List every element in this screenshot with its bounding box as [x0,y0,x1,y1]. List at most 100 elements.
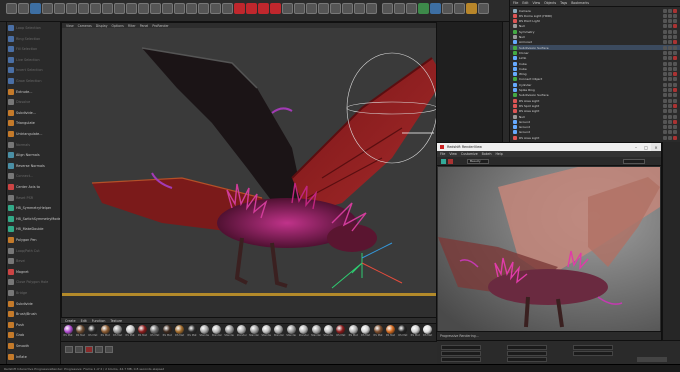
maximize-icon[interactable]: □ [641,143,651,151]
tool-item[interactable]: HB_SymmetryHelper [8,204,60,212]
object-tags[interactable] [663,135,677,140]
viewport-menu-item[interactable]: View [66,24,74,28]
material-menu-item[interactable]: Texture [110,319,122,323]
material-swatch[interactable]: Standar [212,325,222,341]
zoom-select[interactable] [623,159,645,164]
material-menu-item[interactable]: Function [92,319,106,323]
tool-item[interactable]: Close Polygon Hole [8,278,60,286]
object-tags[interactable] [663,8,677,13]
light-icon[interactable] [294,3,305,14]
material-swatch[interactable]: RS Mat [187,325,197,341]
tool-item[interactable]: Loop/Path Cut [8,247,60,255]
object-tags[interactable] [663,24,677,29]
point-mode-icon[interactable] [382,3,393,14]
material-swatch[interactable]: Standar [323,325,333,341]
material-swatch[interactable]: RS Mat [423,325,433,341]
tool-item[interactable]: Brush/Brush [8,310,60,318]
material-swatch[interactable]: RS Mat [137,325,147,341]
viewport-menu-item[interactable]: Filter [128,24,136,28]
object-tags[interactable] [663,77,677,82]
object-tags[interactable] [663,114,677,119]
material-swatch[interactable]: Standar [199,325,209,341]
tool-item[interactable]: Magnet [8,268,60,276]
layer-icon[interactable] [454,3,465,14]
tool-item[interactable]: Untriangulate... [8,130,60,138]
bulb-icon[interactable] [306,3,317,14]
tool-item[interactable]: Live Selection [8,56,60,64]
minimize-icon[interactable]: – [631,143,641,151]
object-tags[interactable] [663,130,677,135]
material-swatch[interactable]: Standar [311,325,321,341]
object-manager-menu-item[interactable]: Tags [560,1,567,5]
live-select-icon[interactable] [30,3,41,14]
subdivision-icon[interactable] [186,3,197,14]
material-swatch[interactable]: RS Mat [385,325,395,341]
render-play-icon[interactable] [441,159,446,164]
layout-icon[interactable] [442,3,453,14]
z-axis-icon[interactable] [102,3,113,14]
grid-icon[interactable] [318,3,329,14]
tool-item[interactable]: Normals [8,141,60,149]
tool-item[interactable]: Fill Selection [8,45,60,53]
size-field-y[interactable] [507,351,547,356]
cloner-icon[interactable] [198,3,209,14]
tool-item[interactable]: Grab [8,331,60,339]
cube-icon[interactable] [162,3,173,14]
object-tags[interactable] [663,29,677,34]
tool-item[interactable]: HB_SwitchSymmetryMode [8,215,60,223]
redshift-light-icon[interactable] [246,3,257,14]
object-tags[interactable] [663,93,677,98]
material-swatch[interactable]: RS Mat [373,325,383,341]
render-view-menu-item[interactable]: Bokeh [482,152,492,156]
object-tags[interactable] [663,35,677,40]
tool-item[interactable]: Dissolve [8,98,60,106]
camera-icon[interactable] [282,3,293,14]
size-field-x[interactable] [507,345,547,350]
tool-item[interactable]: Polygon Pen [8,236,60,244]
tool-item[interactable]: Smooth [8,342,60,350]
render-picture-viewer-icon[interactable] [138,3,149,14]
tool-item[interactable]: Connect... [8,172,60,180]
scale-icon[interactable] [54,3,65,14]
axis-icon[interactable] [354,3,365,14]
material-swatch[interactable]: RS Mat [100,325,110,341]
go-end-button[interactable] [105,346,113,353]
material-swatch[interactable]: RS Mat [348,325,358,341]
redo-icon[interactable] [18,3,29,14]
dragon-model[interactable] [62,28,437,298]
object-tags[interactable] [663,72,677,77]
tool-item[interactable]: Ring Selection [8,35,60,43]
tool-item[interactable]: Reset PSR [8,194,60,202]
material-menu-item[interactable]: Edit [81,319,87,323]
deformer-icon[interactable] [210,3,221,14]
tool-item[interactable]: Subdivide [8,300,60,308]
material-swatch[interactable]: RS Mat [150,325,160,341]
tool-item[interactable]: Center Axis to [8,183,60,191]
tool-item[interactable]: Invert Selection [8,66,60,74]
apply-button[interactable] [637,357,667,362]
material-swatch[interactable]: RS Mat [75,325,85,341]
object-tags[interactable] [663,13,677,18]
object-tags[interactable] [663,98,677,103]
coord-field-x[interactable] [441,345,481,350]
viewport-menu-item[interactable]: ProRender [152,24,168,28]
material-swatch[interactable]: RS Mat [88,325,98,341]
redshift-camera-icon[interactable] [258,3,269,14]
coord-system-icon[interactable] [114,3,125,14]
object-tags[interactable] [663,19,677,24]
rotation-field-h[interactable] [573,345,613,350]
script-icon[interactable] [418,3,429,14]
material-swatch[interactable]: Standar [286,325,296,341]
render-settings-icon[interactable] [150,3,161,14]
material-swatch[interactable]: RS Mat [63,325,73,341]
size-field-z[interactable] [507,357,547,362]
undo-icon[interactable] [6,3,17,14]
material-swatch[interactable]: Standar [274,325,284,341]
tool-item[interactable]: Subdivide... [8,109,60,117]
object-tags[interactable] [663,61,677,66]
material-swatch[interactable]: RS Mat [410,325,420,341]
viewport-menu-item[interactable]: Cameras [78,24,92,28]
tool-item[interactable]: Bridge [8,289,60,297]
tool-item[interactable]: HB_MakeDouble [8,225,60,233]
tool-item[interactable]: Align Normals [8,151,60,159]
